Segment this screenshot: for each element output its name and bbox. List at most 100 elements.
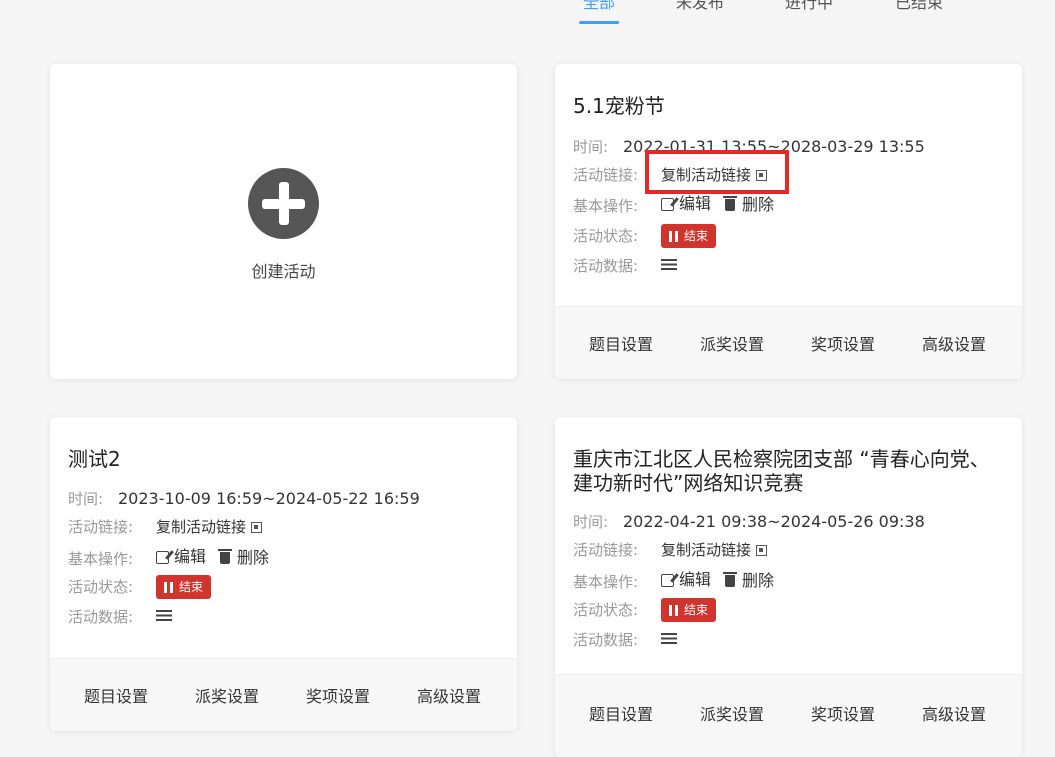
trash-icon: [218, 548, 233, 564]
edit-icon: [156, 550, 169, 564]
activity-data-row: 活动数据:: [68, 607, 172, 627]
activity-data-row: 活动数据:: [573, 256, 677, 276]
edit-icon: [661, 197, 674, 211]
qrcode-icon[interactable]: [756, 170, 768, 181]
question-settings-button[interactable]: 题目设置: [84, 683, 148, 707]
ops-label: 基本操作:: [68, 549, 134, 568]
create-activity-card[interactable]: 创建活动: [50, 64, 517, 379]
prize-distribution-settings-button[interactable]: 派奖设置: [700, 701, 764, 725]
tab-ended[interactable]: 已结束: [895, 0, 943, 22]
status-badge: 结束: [156, 575, 212, 599]
data-label: 活动数据:: [68, 608, 134, 626]
copy-link-button[interactable]: 复制活动链接: [661, 541, 768, 559]
card-footer: 题目设置 派奖设置 奖项设置 高级设置: [50, 658, 517, 731]
qrcode-icon[interactable]: [251, 522, 263, 533]
edit-label: 编辑: [174, 547, 207, 566]
time-label: 时间:: [573, 513, 609, 531]
activity-card: 5.1宠粉节 时间: 2022-01-31 13:55~2028-03-29 13…: [555, 64, 1022, 379]
activity-link-row: 活动链接: 复制活动链接: [573, 540, 768, 560]
activity-card: 重庆市江北区人民检察院团支部 “青春心向党、建功新时代”网络知识竞赛 时间: 20…: [555, 417, 1022, 757]
card-footer: 题目设置 派奖设置 奖项设置 高级设置: [555, 674, 1022, 757]
time-label: 时间:: [68, 490, 104, 508]
activity-link-row: 活动链接: 复制活动链接: [573, 165, 768, 185]
advanced-settings-button[interactable]: 高级设置: [922, 701, 986, 725]
link-label: 活动链接:: [573, 166, 639, 184]
status-label: 活动状态:: [68, 577, 134, 596]
link-label: 活动链接:: [573, 541, 639, 559]
advanced-settings-button[interactable]: 高级设置: [922, 331, 986, 355]
edit-button[interactable]: 编辑: [156, 547, 206, 567]
advanced-settings-button[interactable]: 高级设置: [417, 683, 481, 707]
ops-label: 基本操作:: [573, 196, 639, 215]
question-settings-button[interactable]: 题目设置: [589, 331, 653, 355]
status-tabs: 全部 未发布 进行中 已结束: [0, 0, 1055, 28]
copy-link-label: 复制活动链接: [156, 518, 247, 536]
delete-label: 删除: [742, 194, 775, 214]
edit-button[interactable]: 编辑: [661, 194, 711, 214]
edit-label: 编辑: [679, 194, 712, 213]
add-icon[interactable]: [248, 168, 319, 239]
qrcode-icon[interactable]: [756, 545, 768, 556]
activity-time: 2022-01-31 13:55~2028-03-29 13:55: [623, 137, 925, 156]
award-settings-button[interactable]: 奖项设置: [811, 701, 875, 725]
question-settings-button[interactable]: 题目设置: [589, 701, 653, 725]
tab-in-progress[interactable]: 进行中: [785, 0, 833, 22]
create-activity-label: 创建活动: [251, 262, 316, 281]
ops-label: 基本操作:: [573, 572, 639, 591]
activity-status-row: 活动状态: 结束: [573, 598, 717, 622]
status-label: 活动状态:: [573, 226, 639, 245]
pause-icon: [669, 604, 678, 616]
activity-ops-row: 基本操作: 编辑 删除: [68, 547, 283, 569]
status-badge-label: 结束: [684, 229, 709, 243]
delete-label: 删除: [237, 547, 270, 567]
activity-title: 5.1宠粉节: [573, 94, 665, 118]
activity-title: 重庆市江北区人民检察院团支部 “青春心向党、建功新时代”网络知识竞赛: [573, 447, 990, 495]
copy-link-button[interactable]: 复制活动链接: [661, 166, 768, 184]
link-label: 活动链接:: [68, 518, 134, 536]
status-badge: 结束: [661, 598, 717, 622]
copy-link-label: 复制活动链接: [661, 166, 752, 184]
activity-time-row: 时间: 2022-01-31 13:55~2028-03-29 13:55: [573, 137, 925, 157]
activity-card: 测试2 时间: 2023-10-09 16:59~2024-05-22 16:59…: [50, 417, 517, 731]
prize-distribution-settings-button[interactable]: 派奖设置: [700, 331, 764, 355]
activity-status-row: 活动状态: 结束: [68, 575, 212, 599]
tab-all[interactable]: 全部: [578, 0, 620, 24]
edit-icon: [661, 573, 674, 587]
prize-distribution-settings-button[interactable]: 派奖设置: [195, 683, 259, 707]
activity-time-row: 时间: 2022-04-21 09:38~2024-05-26 09:38: [573, 512, 925, 532]
status-badge: 结束: [661, 224, 717, 248]
delete-button[interactable]: 删除: [723, 194, 775, 215]
edit-button[interactable]: 编辑: [661, 570, 711, 590]
delete-label: 删除: [742, 570, 775, 590]
trash-icon: [723, 571, 738, 587]
list-icon[interactable]: [156, 610, 172, 623]
activity-link-row: 活动链接: 复制活动链接: [68, 517, 263, 537]
data-label: 活动数据:: [573, 631, 639, 649]
activity-data-row: 活动数据:: [573, 630, 677, 650]
status-label: 活动状态:: [573, 600, 639, 619]
copy-link-button[interactable]: 复制活动链接: [156, 518, 263, 536]
activity-time: 2022-04-21 09:38~2024-05-26 09:38: [623, 512, 925, 531]
activity-title: 测试2: [68, 447, 121, 471]
activity-status-row: 活动状态: 结束: [573, 224, 717, 248]
card-footer: 题目设置 派奖设置 奖项设置 高级设置: [555, 306, 1022, 379]
status-badge-label: 结束: [684, 603, 709, 617]
time-label: 时间:: [573, 138, 609, 156]
tab-unpublished[interactable]: 未发布: [676, 0, 724, 22]
data-label: 活动数据:: [573, 257, 639, 275]
award-settings-button[interactable]: 奖项设置: [306, 683, 370, 707]
delete-button[interactable]: 删除: [218, 547, 270, 568]
activity-ops-row: 基本操作: 编辑 删除: [573, 194, 788, 216]
list-icon[interactable]: [661, 633, 677, 646]
activity-time: 2023-10-09 16:59~2024-05-22 16:59: [118, 489, 420, 508]
activity-time-row: 时间: 2023-10-09 16:59~2024-05-22 16:59: [68, 489, 420, 509]
edit-label: 编辑: [679, 570, 712, 589]
copy-link-label: 复制活动链接: [661, 541, 752, 559]
trash-icon: [723, 195, 738, 211]
status-badge-label: 结束: [179, 580, 204, 594]
pause-icon: [164, 581, 173, 593]
delete-button[interactable]: 删除: [723, 570, 775, 591]
activity-ops-row: 基本操作: 编辑 删除: [573, 570, 788, 592]
list-icon[interactable]: [661, 259, 677, 272]
award-settings-button[interactable]: 奖项设置: [811, 331, 875, 355]
